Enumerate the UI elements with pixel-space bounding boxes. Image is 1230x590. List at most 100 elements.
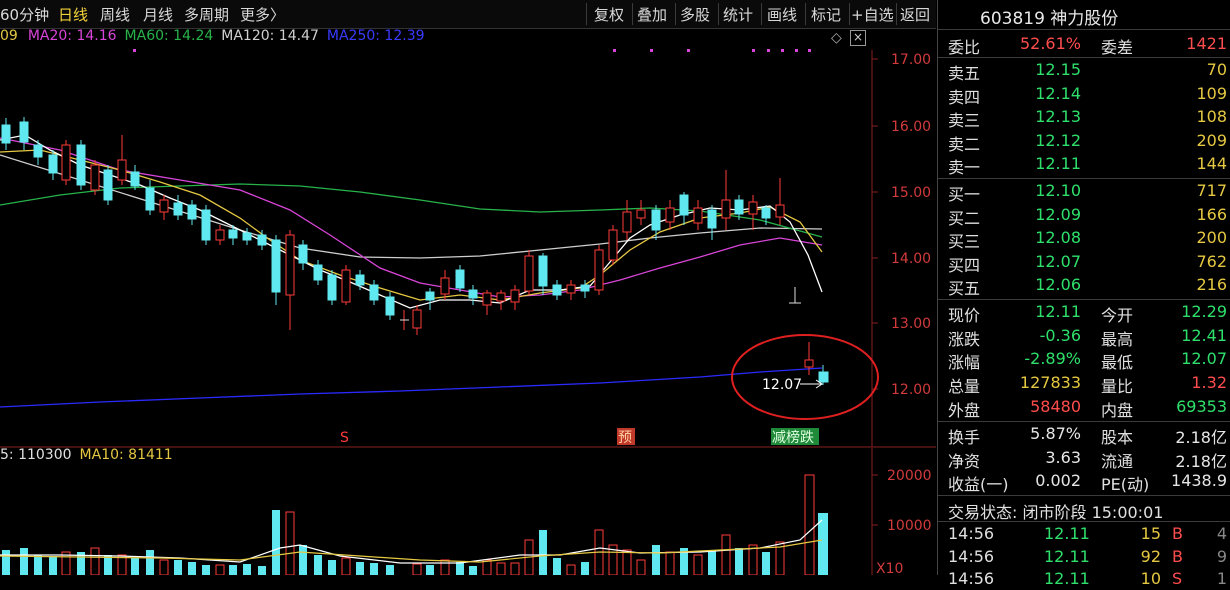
buy-volume: 166 [1196, 205, 1227, 224]
weibi-row: 委比 52.61% 委差 1421 [938, 33, 1230, 57]
divider [938, 57, 1230, 58]
volume-ratio: 1.32 [1191, 373, 1227, 392]
price-tick: 15.00 [891, 185, 931, 201]
statistics-button[interactable]: 统计 [723, 4, 753, 25]
pe-ratio: 1438.9 [1171, 471, 1227, 490]
buy-volume: 200 [1196, 228, 1227, 247]
eps: 0.002 [1035, 471, 1081, 490]
buy-row[interactable]: 买一 12.10 717 [938, 180, 1230, 204]
fund-label: 收益(一) [948, 475, 1009, 494]
sell-price: 12.11 [1035, 154, 1081, 173]
stock-title: 603819 神力股份 [980, 9, 1119, 29]
sell-volume: 144 [1196, 154, 1227, 173]
trade-row[interactable]: 14:56 12.11 92 B 9 [938, 546, 1230, 568]
sell-row[interactable]: 卖五 12.15 70 [938, 59, 1230, 83]
trade-price: 12.11 [1044, 569, 1090, 588]
low-price: 12.07 [1181, 349, 1227, 368]
buy-volume: 762 [1196, 252, 1227, 271]
trade-direction: B [1172, 547, 1183, 566]
weibi-value: 52.61% [1019, 34, 1081, 53]
price-tick: 14.00 [891, 251, 931, 267]
sell-row[interactable]: 卖三 12.13 108 [938, 106, 1230, 130]
quote-row: 总量 127833 量比 1.32 [938, 372, 1230, 396]
buy-row[interactable]: 买二 12.09 166 [938, 204, 1230, 228]
inner-volume: 69353 [1176, 397, 1227, 416]
price-tick: 12.00 [891, 382, 931, 398]
candles [1, 117, 829, 385]
trade-row[interactable]: 14:56 12.11 10 S 1 [938, 568, 1230, 590]
sell-volume: 108 [1196, 107, 1227, 126]
sell-volume: 209 [1196, 131, 1227, 150]
fuquan-button[interactable]: 复权 [594, 4, 624, 25]
period-60min-tab[interactable]: 60分钟 [0, 4, 49, 25]
buy-price: 12.06 [1035, 275, 1081, 294]
buy-row[interactable]: 买五 12.06 216 [938, 274, 1230, 298]
tab-monthly[interactable]: 月线 [143, 4, 173, 25]
quote-label: 涨跌 [948, 330, 981, 349]
trade-row[interactable]: 14:56 12.11 15 B 4 [938, 523, 1230, 545]
total-shares: 2.18亿 [1175, 428, 1227, 447]
change-value: -0.36 [1039, 326, 1081, 345]
sell-price: 12.14 [1035, 84, 1081, 103]
overlay-button[interactable]: 叠加 [637, 4, 667, 25]
tab-weekly[interactable]: 周线 [100, 4, 130, 25]
candlestick-chart[interactable]: 17.00 16.00 15.00 14.00 13.00 12.00 12.0… [0, 28, 936, 448]
weibi-label: 委比 [948, 38, 981, 57]
volume-unit-label: X10 [876, 561, 903, 575]
tab-more[interactable]: 更多〉 [240, 4, 285, 25]
sell-row[interactable]: 卖一 12.11 144 [938, 153, 1230, 177]
trade-time: 14:56 [948, 524, 995, 543]
buy-volume: 216 [1196, 275, 1227, 294]
toolbar-divider [761, 3, 762, 25]
low-price-label: 12.07 [762, 377, 802, 393]
buy-row[interactable]: 买三 12.08 200 [938, 227, 1230, 251]
volume-chart[interactable]: 20000 10000 X10 [0, 448, 936, 575]
marker-s[interactable]: S [340, 430, 349, 446]
sell-label: 卖一 [948, 158, 981, 177]
tab-daily[interactable]: 日线 [58, 4, 88, 25]
buy-price: 12.09 [1035, 205, 1081, 224]
divider [938, 29, 1230, 30]
arrow-right-icon [800, 379, 823, 389]
quote-label: 今开 [1101, 306, 1134, 325]
buy-price: 12.08 [1035, 228, 1081, 247]
sell-label: 卖五 [948, 64, 981, 83]
sell-price: 12.13 [1035, 107, 1081, 126]
price-tick: 17.00 [891, 52, 931, 68]
back-button[interactable]: 返回 [900, 4, 930, 25]
mark-button[interactable]: 标记 [811, 4, 841, 25]
quote-label: 外盘 [948, 401, 981, 420]
draw-line-button[interactable]: 画线 [767, 4, 797, 25]
trade-volume: 92 [1140, 547, 1161, 566]
buy-label: 买一 [948, 185, 981, 204]
quote-label: 总量 [948, 377, 981, 396]
fund-row: 收益(一) 0.002 PE(动) 1438.9 [938, 470, 1230, 494]
buy-volume: 717 [1196, 181, 1227, 200]
float-shares: 2.18亿 [1175, 452, 1227, 471]
buy-row[interactable]: 买四 12.07 762 [938, 251, 1230, 275]
trade-count: 4 [1216, 524, 1227, 543]
volume-tick: 10000 [887, 518, 932, 534]
divider [938, 495, 1230, 496]
add-favorite-button[interactable]: +自选 [851, 4, 894, 25]
toolbar-divider [632, 3, 633, 25]
trade-direction: B [1172, 524, 1183, 543]
divider [938, 178, 1230, 179]
trade-price: 12.11 [1044, 547, 1090, 566]
multi-stock-button[interactable]: 多股 [680, 4, 710, 25]
divider [938, 521, 1230, 522]
marker-billboard[interactable]: 减榜跌 [772, 429, 814, 446]
total-volume: 127833 [1019, 373, 1081, 392]
toolbar-divider [586, 3, 587, 25]
sell-row[interactable]: 卖四 12.14 109 [938, 83, 1230, 107]
quote-row: 现价 12.11 今开 12.29 [938, 301, 1230, 325]
buy-label: 买三 [948, 232, 981, 251]
tab-multi-period[interactable]: 多周期 [184, 4, 229, 25]
trading-status-text: 交易状态: 闭市阶段 15:00:01 [948, 503, 1164, 522]
sell-row[interactable]: 卖二 12.12 209 [938, 130, 1230, 154]
quote-label: 最低 [1101, 353, 1134, 372]
fund-label: 净资 [948, 452, 981, 471]
chart-toolbar: 60分钟 日线 周线 月线 多周期 更多〉 复权 叠加 多股 统计 画线 标记 … [0, 0, 936, 29]
quote-label: 现价 [948, 306, 981, 325]
marker-forecast[interactable]: 预 [618, 430, 632, 446]
